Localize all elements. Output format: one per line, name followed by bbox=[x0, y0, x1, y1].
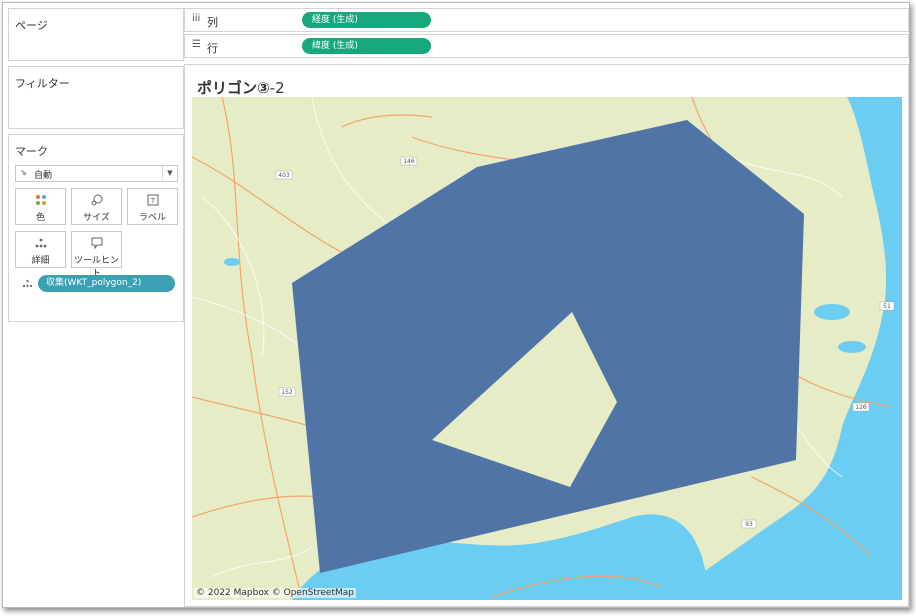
mark-type-value: 自動 bbox=[34, 171, 53, 181]
columns-icon: iii bbox=[192, 13, 201, 24]
geometry-field-pill[interactable]: 収集(WKT_polygon_2) bbox=[38, 275, 175, 292]
lake-3 bbox=[224, 258, 240, 266]
map-attribution: © 2022 Mapbox © OpenStreetMap bbox=[194, 588, 356, 598]
tableau-window: ページ フィルター マーク ⇘ 自動 ▼ 色 サイズ T ラベル 詳細 ツールヒ… bbox=[2, 2, 910, 608]
sheet-title-suffix: -2 bbox=[269, 79, 285, 97]
lake-1 bbox=[814, 304, 850, 320]
latitude-pill[interactable]: 緯度 (生成) bbox=[302, 38, 431, 54]
pages-title: ページ bbox=[15, 19, 48, 32]
detail-label: 詳細 bbox=[31, 256, 50, 266]
map-view[interactable]: 146 403 152 51 126 93 © 2022 Mapbox © Op… bbox=[192, 97, 902, 600]
columns-shelf[interactable]: iii 列 経度 (生成) bbox=[184, 8, 909, 32]
filters-title: フィルター bbox=[15, 77, 70, 90]
size-button[interactable]: サイズ bbox=[71, 188, 122, 225]
tooltip-button[interactable]: ツールヒント bbox=[71, 231, 122, 279]
svg-text:T: T bbox=[149, 197, 155, 205]
rows-icon: ☰ bbox=[192, 39, 201, 50]
size-label: サイズ bbox=[83, 213, 110, 223]
route-label-93: 93 bbox=[745, 521, 753, 528]
color-icon bbox=[16, 194, 65, 206]
route-label-403: 403 bbox=[278, 172, 290, 179]
rows-shelf[interactable]: ☰ 行 緯度 (生成) bbox=[184, 34, 909, 58]
chevron-down-icon[interactable]: ▼ bbox=[162, 166, 177, 181]
route-label-152: 152 bbox=[281, 389, 293, 396]
mark-type-dropdown[interactable]: ⇘ 自動 ▼ bbox=[15, 165, 178, 182]
filters-panel[interactable]: フィルター bbox=[8, 66, 184, 129]
lake-2 bbox=[838, 341, 866, 353]
mark-type-icon: ⇘ bbox=[20, 168, 27, 177]
sheet-title-main: ポリゴン③ bbox=[197, 79, 270, 97]
color-button[interactable]: 色 bbox=[15, 188, 66, 225]
label-button[interactable]: T ラベル bbox=[127, 188, 178, 225]
rows-label: 行 bbox=[207, 42, 218, 55]
detail-icon bbox=[16, 237, 65, 249]
label-label: ラベル bbox=[138, 213, 166, 223]
route-label-146: 146 bbox=[403, 158, 415, 165]
route-label-51: 51 bbox=[883, 303, 891, 310]
tooltip-icon bbox=[72, 237, 121, 250]
route-label-126: 126 bbox=[855, 404, 867, 411]
marks-title: マーク bbox=[15, 145, 48, 158]
sheet-title: ポリゴン③-2 bbox=[197, 77, 285, 98]
columns-label: 列 bbox=[207, 16, 218, 29]
size-icon bbox=[72, 194, 121, 206]
color-label: 色 bbox=[35, 213, 45, 223]
marks-panel: マーク ⇘ 自動 ▼ 色 サイズ T ラベル 詳細 ツールヒント 収集(WKT_… bbox=[8, 134, 184, 322]
pages-panel[interactable]: ページ bbox=[8, 8, 184, 61]
detail-button[interactable]: 詳細 bbox=[15, 231, 66, 268]
text-label-icon: T bbox=[128, 194, 177, 206]
detail-field-icon bbox=[22, 278, 33, 291]
map-canvas: 146 403 152 51 126 93 bbox=[192, 97, 902, 600]
longitude-pill[interactable]: 経度 (生成) bbox=[302, 12, 431, 28]
